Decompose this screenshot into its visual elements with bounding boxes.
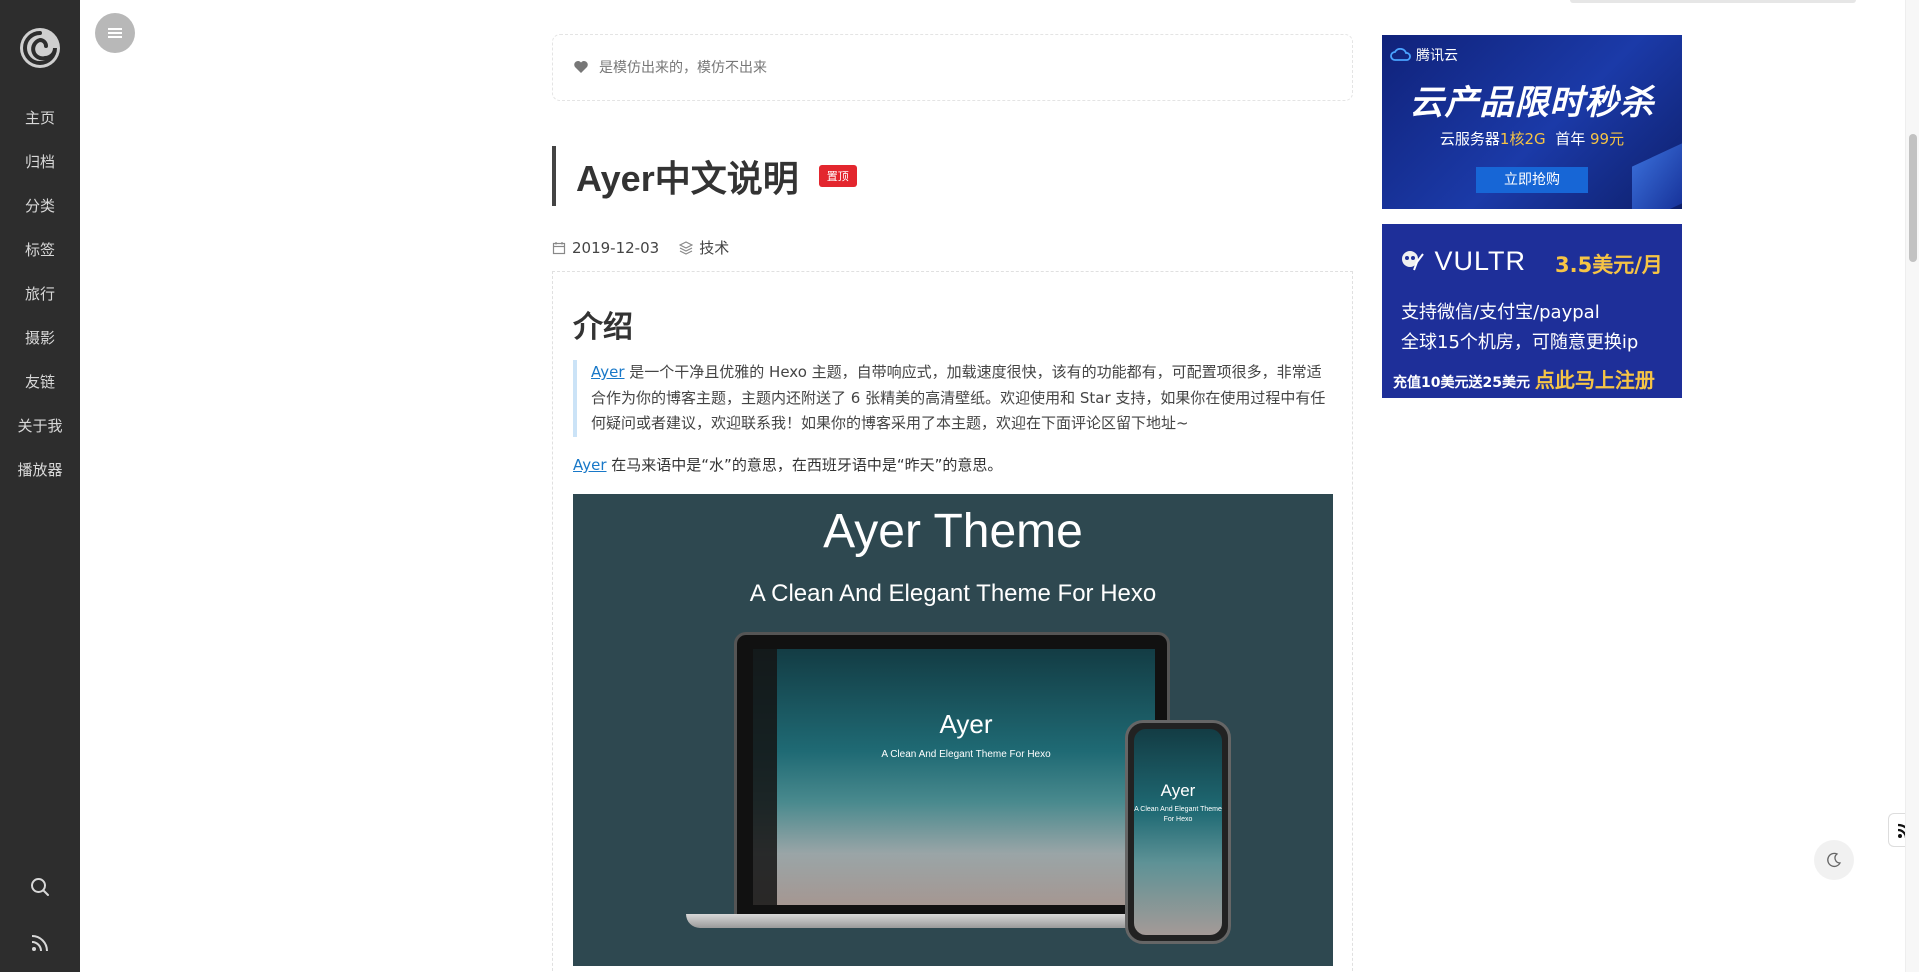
laptop-screen: Ayer A Clean And Elegant Theme For Hexo bbox=[753, 649, 1155, 905]
quote-text: 是一个干净且优雅的 Hexo 主题，自带响应式，加载速度很快，该有的功能都有，可… bbox=[591, 363, 1326, 432]
calendar-icon bbox=[552, 241, 566, 254]
sidebar-item-archives[interactable]: 归档 bbox=[0, 148, 80, 192]
vultr-logo-icon bbox=[1402, 251, 1424, 271]
tencent-cloud-ad[interactable]: 腾讯云 云产品限时秒杀 云服务器1核2G 首年 99元 立即抢购 bbox=[1382, 35, 1682, 209]
motto-box: 是模仿出来的，模仿不出来 bbox=[552, 34, 1353, 101]
pinned-badge: 置顶 bbox=[818, 165, 857, 187]
tencent-subline: 云服务器1核2G 首年 99元 bbox=[1382, 128, 1682, 149]
tencent-brand: 腾讯云 bbox=[1390, 45, 1458, 65]
tencent-sub-c: 首年 bbox=[1555, 130, 1586, 148]
meaning-text: 在马来语中是“水”的意思，在西班牙语中是“昨天”的意思。 bbox=[606, 456, 1003, 474]
vultr-register-link[interactable]: 点此马上注册 bbox=[1535, 368, 1655, 392]
rss-icon[interactable] bbox=[28, 931, 52, 955]
layers-icon bbox=[679, 240, 694, 255]
laptop-subtitle: A Clean And Elegant Theme For Hexo bbox=[881, 749, 1051, 760]
vultr-line-2: 全球15个机房，可随意更换ip bbox=[1401, 332, 1639, 353]
vultr-ad[interactable]: VULTR 3.5美元/月 支持微信/支付宝/paypal 全球15个机房，可随… bbox=[1382, 224, 1682, 398]
vultr-price: 3.5美元/月 bbox=[1555, 253, 1663, 277]
search-icon[interactable] bbox=[28, 875, 52, 899]
intro-blockquote: Ayer 是一个干净且优雅的 Hexo 主题，自带响应式，加载速度很快，该有的功… bbox=[573, 360, 1333, 437]
sidebar-nav: 主页 归档 分类 标签 旅行 摄影 友链 关于我 播放器 bbox=[0, 104, 80, 500]
article-body: 介绍 Ayer 是一个干净且优雅的 Hexo 主题，自带响应式，加载速度很快，该… bbox=[552, 271, 1353, 972]
post-title[interactable]: Ayer中文说明 bbox=[576, 150, 799, 202]
preview-subtitle: A Clean And Elegant Theme For Hexo bbox=[749, 580, 1157, 607]
post-category[interactable]: 技术 bbox=[699, 237, 729, 258]
vultr-line-3: 充值10美元送25美元 点此马上注册 bbox=[1393, 364, 1655, 393]
logo-icon[interactable] bbox=[19, 27, 61, 69]
tencent-sub-a: 云服务器 bbox=[1439, 130, 1500, 148]
vultr-brand: VULTR bbox=[1400, 246, 1526, 277]
sidebar-item-tags[interactable]: 标签 bbox=[0, 236, 80, 280]
laptop-sidebar bbox=[753, 649, 777, 905]
buy-now-button[interactable]: 立即抢购 bbox=[1476, 167, 1588, 193]
ayer-link-2[interactable]: Ayer bbox=[573, 456, 607, 474]
dark-mode-toggle[interactable] bbox=[1814, 840, 1854, 880]
tencent-sub-d: 99元 bbox=[1589, 130, 1625, 148]
menu-toggle-button[interactable] bbox=[95, 13, 135, 53]
sidebar-item-friends[interactable]: 友链 bbox=[0, 368, 80, 412]
phone-title: Ayer bbox=[1160, 781, 1196, 800]
post-meta: 2019-12-03 技术 bbox=[552, 237, 749, 258]
ad-decoration bbox=[1632, 143, 1682, 209]
sidebar-item-photography[interactable]: 摄影 bbox=[0, 324, 80, 368]
motto-text: 是模仿出来的，模仿不出来 bbox=[599, 60, 767, 76]
meaning-paragraph: Ayer 在马来语中是“水”的意思，在西班牙语中是“昨天”的意思。 bbox=[573, 454, 1002, 475]
moon-icon bbox=[1827, 852, 1842, 867]
sidebar-item-about[interactable]: 关于我 bbox=[0, 412, 80, 456]
tencent-brand-text: 腾讯云 bbox=[1416, 48, 1458, 64]
cloud-icon bbox=[1390, 48, 1411, 61]
heart-icon bbox=[574, 61, 588, 73]
vultr-line-1: 支持微信/支付宝/paypal bbox=[1401, 302, 1600, 323]
section-heading: 介绍 bbox=[573, 310, 633, 345]
laptop-mockup: Ayer A Clean And Elegant Theme For Hexo bbox=[734, 632, 1170, 920]
post-date[interactable]: 2019-12-03 bbox=[572, 239, 659, 257]
phone-mockup: Ayer A Clean And Elegant Theme For Hexo bbox=[1125, 720, 1231, 944]
phone-subtitle: A Clean And Elegant Theme For Hexo bbox=[1134, 806, 1222, 823]
post-title-block: Ayer中文说明 置顶 bbox=[552, 146, 857, 206]
ayer-link[interactable]: Ayer bbox=[591, 363, 625, 381]
vultr-promo: 充值10美元送25美元 bbox=[1393, 375, 1530, 391]
scrollbar-thumb[interactable] bbox=[1909, 134, 1917, 262]
sidebar-item-travel[interactable]: 旅行 bbox=[0, 280, 80, 324]
tencent-headline: 云产品限时秒杀 bbox=[1409, 83, 1655, 123]
sidebar-item-categories[interactable]: 分类 bbox=[0, 192, 80, 236]
sidebar-item-home[interactable]: 主页 bbox=[0, 104, 80, 148]
preview-title: Ayer Theme bbox=[823, 505, 1083, 558]
menu-icon bbox=[108, 28, 122, 38]
theme-preview-image: Ayer Theme A Clean And Elegant Theme For… bbox=[573, 494, 1333, 966]
sidebar-item-player[interactable]: 播放器 bbox=[0, 456, 80, 500]
top-panel-edge bbox=[1570, 0, 1856, 3]
scrollbar[interactable] bbox=[1905, 0, 1919, 972]
vultr-brand-text: VULTR bbox=[1434, 246, 1527, 276]
laptop-title: Ayer bbox=[939, 709, 993, 739]
sidebar: 主页 归档 分类 标签 旅行 摄影 友链 关于我 播放器 bbox=[0, 0, 80, 972]
tencent-sub-b: 1核2G bbox=[1499, 130, 1546, 148]
phone-screen: Ayer A Clean And Elegant Theme For Hexo bbox=[1134, 729, 1222, 935]
